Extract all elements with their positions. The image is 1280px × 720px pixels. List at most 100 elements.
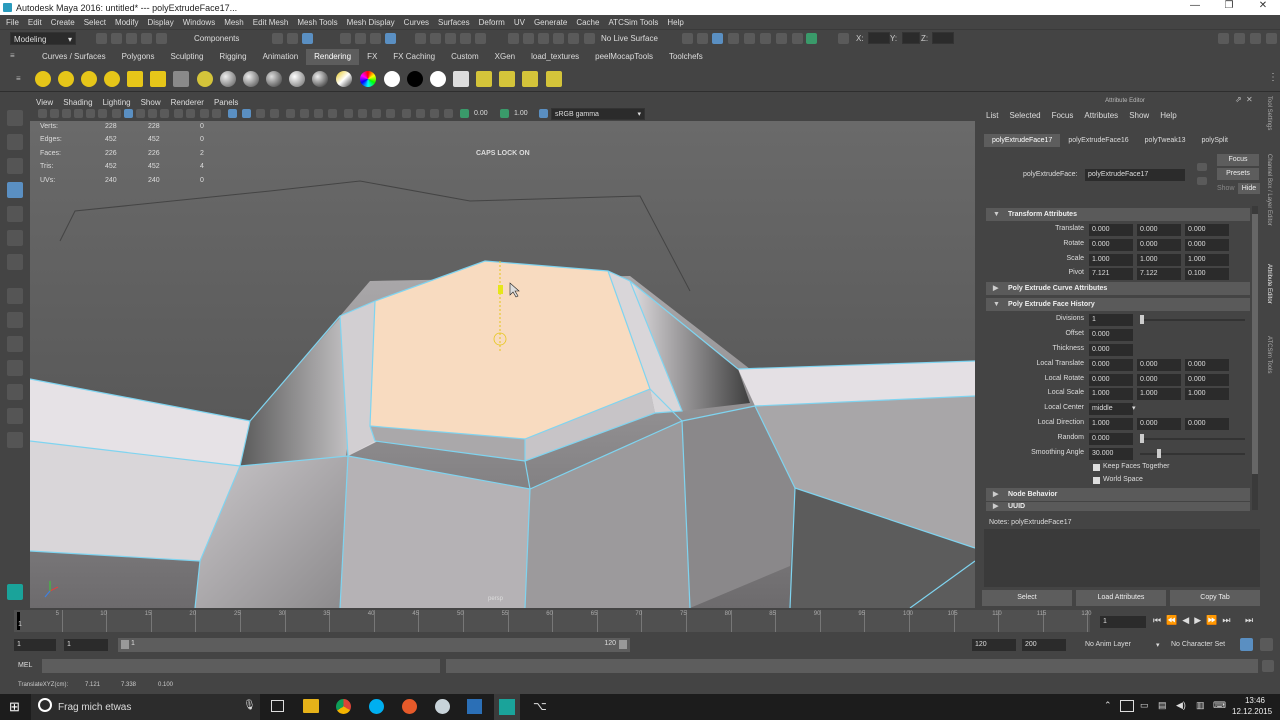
side-tab-attribute-editor[interactable]: Attribute Editor xyxy=(1266,264,1272,304)
end-time-field[interactable]: 200 xyxy=(1022,639,1066,651)
uuid-header[interactable]: UUID xyxy=(986,502,1250,511)
viewport-menu-show[interactable]: Show xyxy=(141,98,161,107)
attr-slider-handle[interactable] xyxy=(1140,315,1144,324)
view-transform-dropdown[interactable]: sRGB gamma ▾ xyxy=(551,108,645,120)
menu-modify[interactable]: Modify xyxy=(115,18,139,27)
mode-dropdown[interactable]: Modeling ▾ xyxy=(10,32,76,45)
language-icon[interactable]: ⌨ xyxy=(1213,700,1226,711)
show-label[interactable]: Show xyxy=(1217,185,1235,192)
side-tab-tool-settings[interactable]: Tool Settings xyxy=(1266,96,1272,130)
character-set-dropdown[interactable]: No Character Set xyxy=(1171,641,1225,648)
attr-field-local-rotate-1[interactable]: 0.000 xyxy=(1137,374,1181,386)
shelf-tab-rigging[interactable]: Rigging xyxy=(211,49,254,65)
ipr-shelf-icon[interactable] xyxy=(499,71,515,87)
single-view-layout-icon[interactable] xyxy=(7,288,23,304)
playback-controls-icon[interactable]: ⏮⏪◀▶⏩⏭ xyxy=(1153,615,1235,626)
viewport-menu-shading[interactable]: Shading xyxy=(63,98,92,107)
menu-curves[interactable]: Curves xyxy=(404,18,429,27)
hide-button[interactable]: Hide xyxy=(1238,183,1260,194)
exposure-toggle-icon[interactable] xyxy=(444,109,453,118)
ambient-light-icon[interactable] xyxy=(35,71,51,87)
scale-tool-icon[interactable] xyxy=(7,230,23,246)
perspective-viewport[interactable]: Verts: 228 228 0 Edges: 452 452 0 Faces: 226 226 2 T… xyxy=(30,121,975,608)
search-box[interactable]: Frag mich etwas 🎙 xyxy=(31,694,260,720)
mel-input[interactable] xyxy=(42,659,440,673)
attr-field-random-0[interactable]: 0.000 xyxy=(1089,433,1133,445)
absolute-transform-icon[interactable] xyxy=(838,33,849,44)
attr-slider-handle[interactable] xyxy=(1157,449,1161,458)
keyboard-icon[interactable]: ▥ xyxy=(1196,700,1205,711)
menu-surfaces[interactable]: Surfaces xyxy=(438,18,470,27)
attr-menu-help[interactable]: Help xyxy=(1160,111,1176,123)
safe-action-icon[interactable] xyxy=(174,109,183,118)
hypershade-shelf-icon[interactable] xyxy=(546,71,562,87)
outliner-layout-icon[interactable] xyxy=(7,408,23,424)
persp-graph-layout-icon[interactable] xyxy=(7,360,23,376)
two-d-pan-icon[interactable] xyxy=(86,109,95,118)
close-button[interactable]: ✕ xyxy=(1246,0,1280,11)
symmetry-icon[interactable] xyxy=(682,33,693,44)
shelf-tab-fx[interactable]: FX xyxy=(359,49,385,65)
select-object-icon[interactable] xyxy=(287,33,298,44)
menu-mesh-display[interactable]: Mesh Display xyxy=(347,18,395,27)
attr-menu-selected[interactable]: Selected xyxy=(1009,111,1040,123)
playback-start-field[interactable]: 1 xyxy=(64,639,108,651)
bookmark-icon[interactable] xyxy=(62,109,71,118)
menu-display[interactable]: Display xyxy=(148,18,174,27)
start-time-field[interactable]: 1 xyxy=(14,639,56,651)
anim-layer-dropdown[interactable]: No Anim Layer xyxy=(1085,641,1131,648)
film-gate-icon[interactable] xyxy=(124,109,133,118)
volume-light-icon[interactable] xyxy=(150,71,166,87)
attr-slider-handle[interactable] xyxy=(1140,434,1144,443)
attr-slider-track[interactable] xyxy=(1140,438,1245,440)
attr-field-pivot-1[interactable]: 7.122 xyxy=(1137,268,1181,280)
gamma-value[interactable]: 1.00 xyxy=(514,110,528,117)
shelf-tab-load-textures[interactable]: load_textures xyxy=(523,49,587,65)
maya-task-active[interactable] xyxy=(494,694,520,720)
transform-attributes-header[interactable]: Transform Attributes xyxy=(986,208,1250,221)
wireframe-icon[interactable] xyxy=(200,109,209,118)
tray-arrow-icon[interactable]: ⌃ xyxy=(1104,700,1112,711)
select-component-icon[interactable] xyxy=(302,33,313,44)
toggle-tool-settings-icon[interactable] xyxy=(1218,33,1229,44)
textured-icon[interactable] xyxy=(242,109,251,118)
attr-field-local-direction-2[interactable]: 0.000 xyxy=(1185,418,1229,430)
xray-joints-icon[interactable] xyxy=(372,109,381,118)
xray-components-icon[interactable] xyxy=(386,109,395,118)
maximize-button[interactable]: ❐ xyxy=(1212,0,1246,11)
snap-curve-icon[interactable] xyxy=(430,33,441,44)
clock-time[interactable]: 13:46 xyxy=(1240,696,1270,705)
clock-date[interactable]: 12.12.2015 xyxy=(1232,707,1272,716)
auto-key-icon[interactable] xyxy=(1240,638,1253,651)
shelf-tab-rendering[interactable]: Rendering xyxy=(306,49,360,65)
anisotropic-icon[interactable] xyxy=(312,71,328,87)
render-view-shelf-icon[interactable] xyxy=(453,71,469,87)
side-tab-atcsim-tools[interactable]: ATCSim Tools xyxy=(1266,336,1272,373)
tray-app-icon[interactable] xyxy=(1120,700,1134,712)
render-settings-2-icon[interactable] xyxy=(792,33,803,44)
ipr-render-icon[interactable] xyxy=(538,33,549,44)
shelf-tab-curves-surfaces[interactable]: Curves / Surfaces xyxy=(34,49,114,65)
attr-field-translate-1[interactable]: 0.000 xyxy=(1137,224,1181,236)
gate-mask-icon[interactable] xyxy=(148,109,157,118)
attr-field-local-direction-1[interactable]: 0.000 xyxy=(1137,418,1181,430)
new-scene-icon[interactable] xyxy=(96,33,107,44)
wireframe-on-shaded-icon[interactable] xyxy=(228,109,237,118)
x-field[interactable] xyxy=(868,32,890,44)
menu-edit[interactable]: Edit xyxy=(28,18,42,27)
toggle-modeling-toolkit-icon[interactable] xyxy=(1266,33,1277,44)
attr-float-icon[interactable]: ⇗ xyxy=(1235,95,1242,104)
keep-faces-checkbox[interactable] xyxy=(1093,464,1100,471)
shelf-tab-custom[interactable]: Custom xyxy=(443,49,487,65)
shelf-tab-toolchefs[interactable]: Toolchefs xyxy=(661,49,711,65)
white-material-icon[interactable] xyxy=(384,71,400,87)
attr-slider-track[interactable] xyxy=(1140,319,1245,321)
attr-field-local-center-0[interactable]: middle xyxy=(1089,403,1133,415)
maya-m-logo-icon[interactable] xyxy=(7,584,23,600)
shelf-tab-xgen[interactable]: XGen xyxy=(487,49,523,65)
render-view-icon[interactable] xyxy=(728,33,739,44)
network-icon[interactable]: ▤ xyxy=(1158,700,1167,711)
mel-label[interactable]: MEL xyxy=(18,662,32,669)
notes-field[interactable] xyxy=(984,529,1260,587)
render-current-shelf-icon[interactable] xyxy=(476,71,492,87)
